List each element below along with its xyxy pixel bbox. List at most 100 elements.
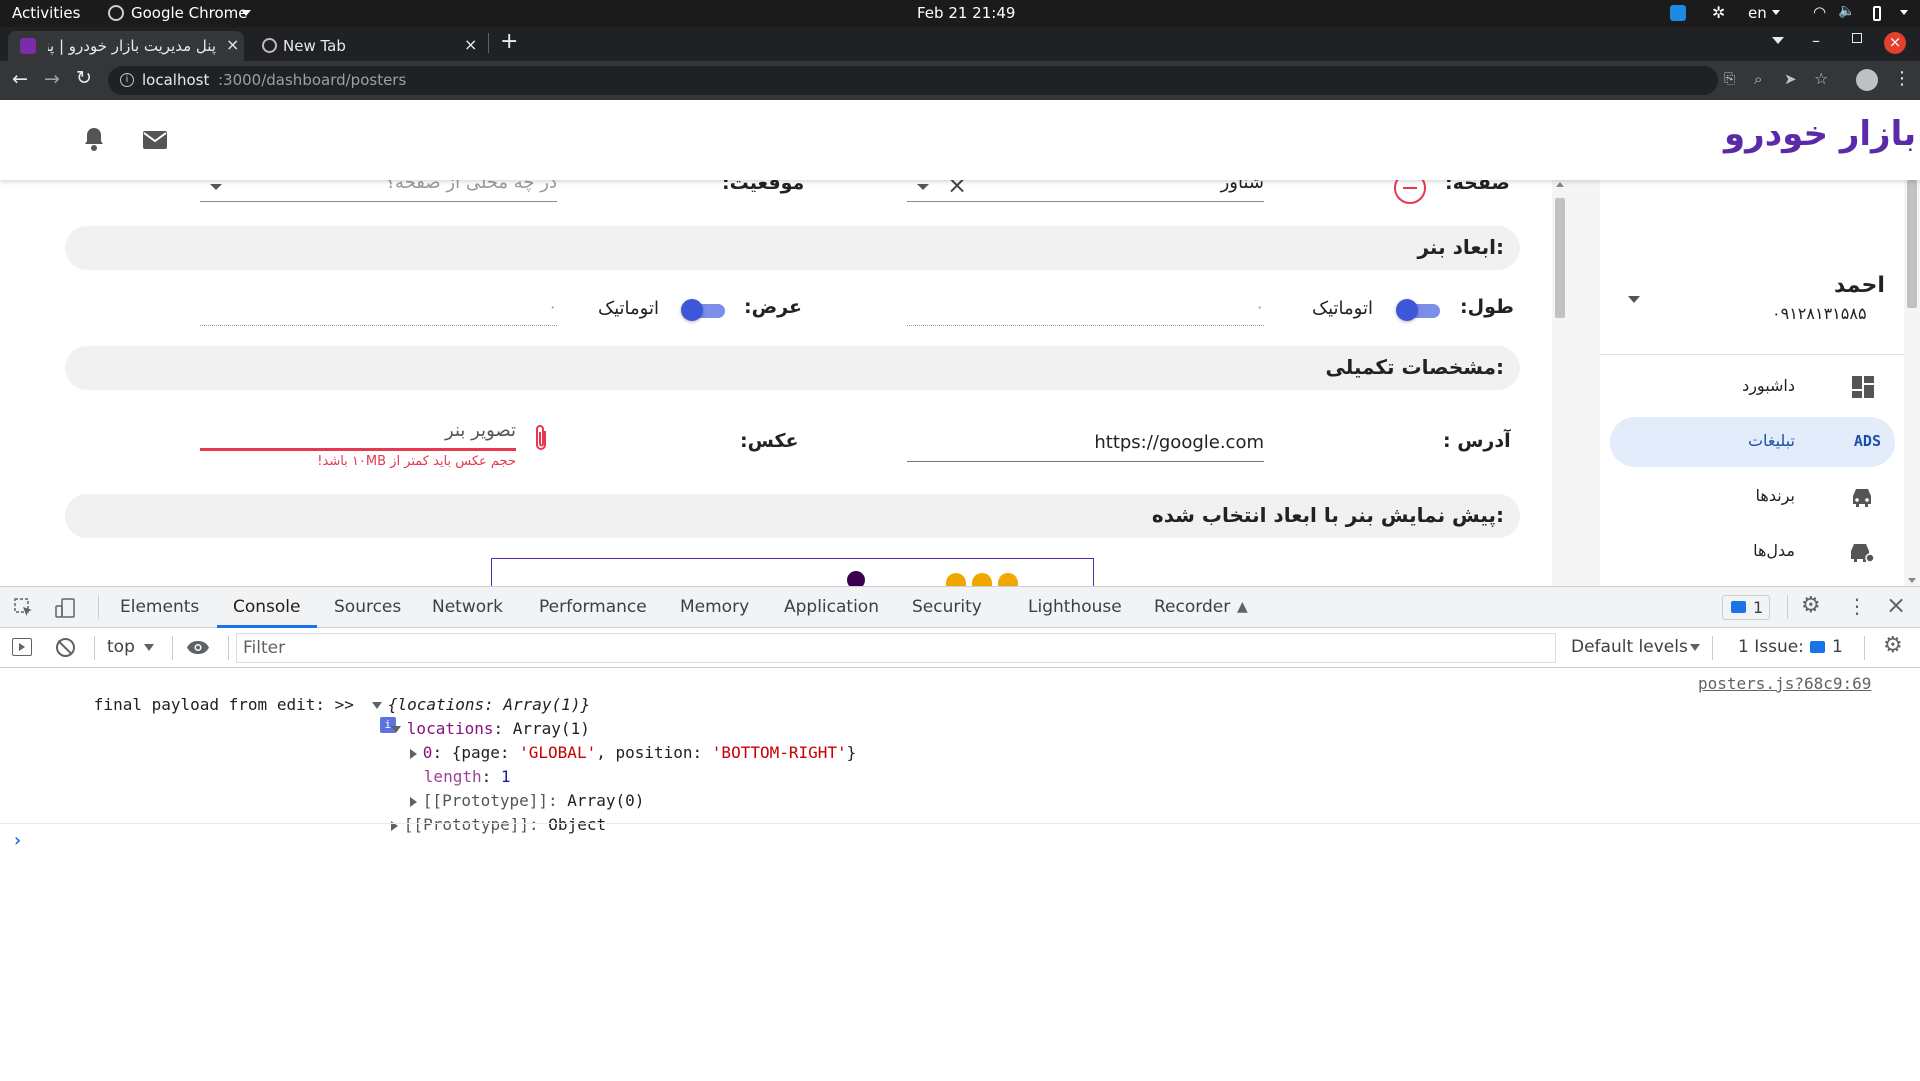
close-icon[interactable]: × [226, 35, 239, 54]
issues-counter-button[interactable]: 1 [1722, 595, 1770, 620]
sidebar-item-ads[interactable]: ADS تبلیغات [1610, 417, 1895, 467]
tab-console[interactable]: Console [233, 597, 301, 617]
toolbar-divider [98, 595, 99, 619]
chevron-down-icon[interactable] [210, 184, 222, 190]
page-select[interactable]: شناور × [907, 180, 1264, 202]
console-settings-gear-icon[interactable]: ⚙ [1883, 633, 1903, 658]
section-dimensions: ابعاد بنر: [65, 226, 1520, 270]
settings-gear-icon[interactable]: ⚙ [1801, 593, 1821, 618]
content-scrollbar[interactable] [1552, 180, 1568, 586]
close-icon[interactable]: × [464, 35, 477, 54]
send-icon[interactable]: ➤ [1784, 70, 1797, 88]
console-input[interactable] [32, 828, 1902, 1068]
user-name: احمد [1834, 273, 1885, 298]
tab-sources[interactable]: Sources [334, 597, 401, 617]
tab-new-tab[interactable]: New Tab × [252, 31, 482, 61]
chrome-menu-icon[interactable]: ⋮ [1893, 68, 1911, 89]
chevron-down-icon[interactable] [1628, 296, 1640, 303]
chevron-down-icon[interactable] [917, 184, 929, 190]
trello-icon[interactable] [1670, 5, 1686, 21]
console-filter-input[interactable]: Filter [236, 633, 1556, 663]
tab-elements[interactable]: Elements [120, 597, 199, 617]
sidebar-item-dashboard[interactable]: داشبورد [1610, 362, 1895, 412]
address-input[interactable]: https://google.com [907, 426, 1264, 462]
zoom-icon[interactable]: ⌕ [1754, 70, 1762, 88]
address-bar[interactable]: i localhost :3000/dashboard/posters ⎘ ⌕ … [108, 66, 1828, 95]
scroll-down-icon[interactable] [1908, 578, 1916, 583]
tab-lighthouse[interactable]: Lighthouse [1028, 597, 1122, 617]
url-path: :3000/dashboard/posters [218, 71, 407, 89]
context-selector[interactable]: top [107, 637, 135, 657]
image-upload-input[interactable]: تصویر بنر [200, 420, 516, 451]
sidebar-item-models[interactable]: مدل‌ها [1610, 527, 1895, 577]
close-devtools-icon[interactable]: × [1886, 591, 1906, 619]
tab-memory[interactable]: Memory [680, 597, 749, 617]
sidebar-item-brands[interactable]: برندها [1610, 472, 1895, 522]
profile-avatar-icon[interactable] [1856, 69, 1878, 91]
scroll-up-icon[interactable] [1556, 182, 1564, 187]
devtools-tabbar: Elements Console Sources Network Perform… [0, 587, 1920, 628]
logo[interactable]: بازار خودرو [1724, 114, 1917, 154]
forward-arrow-icon[interactable]: → [44, 68, 60, 90]
chevron-down-icon [1900, 10, 1908, 15]
clock[interactable]: Feb 21 21:49 [917, 4, 1015, 22]
slack-icon[interactable]: ✲ [1712, 3, 1725, 22]
chevron-down-icon[interactable] [1690, 644, 1700, 651]
translate-icon[interactable]: ⎘ [1724, 71, 1735, 87]
toolbar-divider [1712, 636, 1713, 660]
eye-icon[interactable] [186, 640, 210, 655]
tab-network[interactable]: Network [432, 597, 503, 617]
sidebar-toggle-icon[interactable] [12, 638, 32, 656]
log-levels-dropdown[interactable]: Default levels [1571, 637, 1688, 657]
browser-tab-strip: پنل مدیریت بازار خودرو | پنل × New Tab ×… [0, 27, 1920, 61]
maximize-icon[interactable] [1852, 33, 1862, 43]
width-auto-toggle[interactable] [681, 298, 727, 322]
tab-security[interactable]: Security [912, 597, 982, 617]
height-auto-label: اتوماتیک [1312, 298, 1373, 319]
sidebar-scrollbar[interactable] [1904, 180, 1920, 586]
chevron-down-icon[interactable] [144, 644, 154, 651]
device-toolbar-icon[interactable] [54, 597, 76, 619]
banner-preview-frame [491, 558, 1094, 586]
console-prompt-chevron-icon[interactable]: › [12, 830, 23, 851]
clear-console-icon[interactable] [56, 638, 75, 657]
volume-icon[interactable]: 🔈 [1838, 3, 1855, 19]
tab-performance[interactable]: Performance [539, 597, 647, 617]
window-close-icon[interactable]: × [1884, 32, 1906, 54]
scroll-thumb[interactable] [1555, 198, 1565, 318]
source-link[interactable]: posters.js?68c9:69 [1698, 674, 1871, 693]
tab-application[interactable]: Application [784, 597, 879, 617]
language-indicator[interactable]: en [1748, 4, 1767, 22]
issue-message-icon [1731, 601, 1746, 613]
battery-icon[interactable] [1873, 6, 1881, 21]
app-menu[interactable]: Google Chrome [131, 4, 248, 22]
height-auto-toggle[interactable] [1396, 298, 1442, 322]
bell-icon[interactable] [82, 126, 106, 152]
activities-button[interactable]: Activities [12, 4, 80, 22]
height-input[interactable]: ۰ [907, 296, 1264, 326]
kebab-menu-icon[interactable]: ⋮ [1847, 594, 1867, 618]
user-phone: ۰۹۱۲۸۱۳۱۵۸۵ [1772, 304, 1867, 323]
car-settings-icon [1849, 540, 1875, 564]
clear-x-icon[interactable]: × [947, 180, 967, 199]
attach-paperclip-icon[interactable] [533, 423, 549, 453]
position-select[interactable]: در چه محلی از صفحه؟ [200, 180, 557, 202]
width-input[interactable]: ۰ [200, 296, 557, 326]
tab-recorder[interactable]: Recorder [1154, 597, 1230, 617]
issues-link-count[interactable]: 1 [1832, 637, 1843, 657]
scroll-thumb[interactable] [1907, 180, 1917, 308]
minimize-icon[interactable]: – [1812, 31, 1820, 50]
toolbar-divider [172, 636, 173, 660]
inspect-element-icon[interactable] [14, 598, 34, 618]
tab-admin-panel[interactable]: پنل مدیریت بازار خودرو | پنل × [8, 31, 244, 61]
issues-link-label[interactable]: 1 Issue: [1738, 637, 1804, 657]
bookmark-star-icon[interactable]: ☆ [1814, 69, 1828, 88]
new-tab-plus-icon[interactable]: + [500, 29, 518, 54]
tab-search-icon[interactable] [1772, 37, 1784, 44]
info-icon[interactable]: i [120, 73, 134, 87]
back-arrow-icon[interactable]: ← [12, 68, 28, 90]
reload-icon[interactable]: ↻ [76, 67, 92, 89]
remove-circle-icon[interactable] [1394, 180, 1426, 204]
wifi-icon[interactable]: ◠ [1813, 3, 1826, 21]
mail-icon[interactable] [142, 130, 168, 150]
